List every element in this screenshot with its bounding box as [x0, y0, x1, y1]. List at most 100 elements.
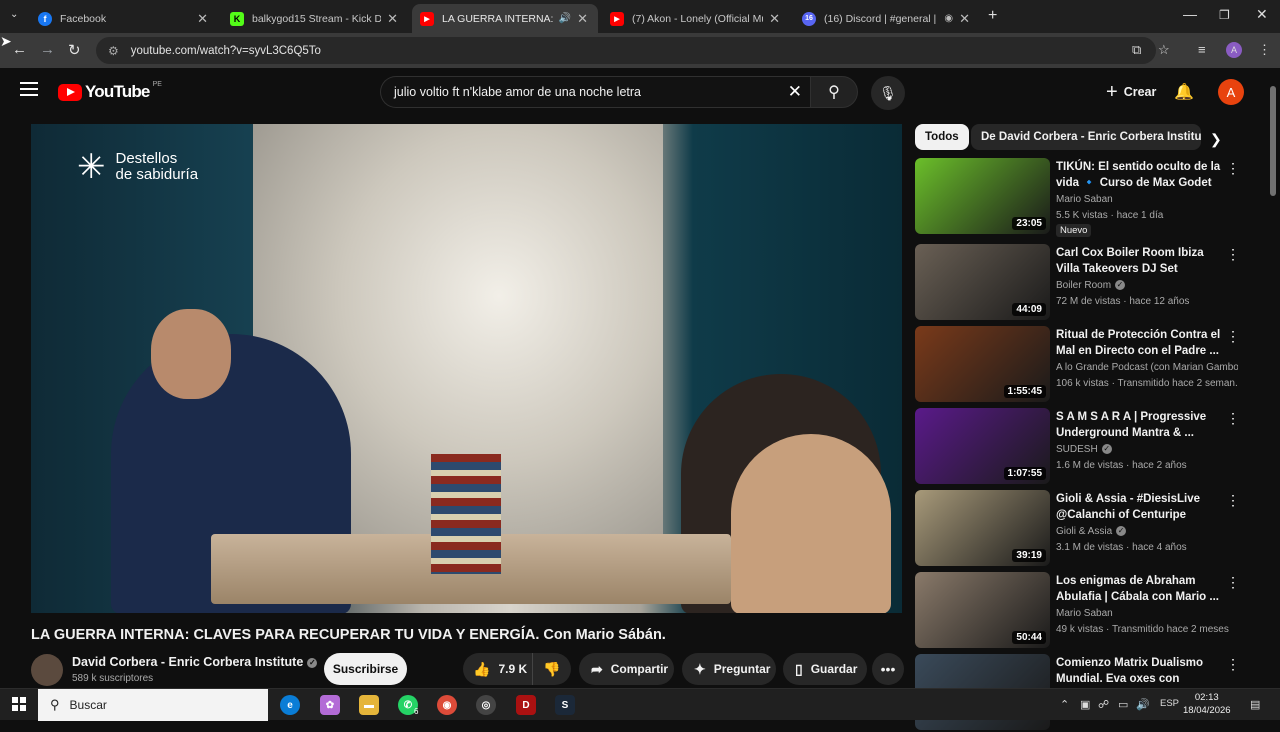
recommendation-channel[interactable]: Boiler Room ✓ [1056, 280, 1238, 291]
site-info-icon[interactable]: ⚙ [108, 44, 119, 58]
minimize-icon[interactable]: — [1183, 6, 1197, 22]
recommendation-channel[interactable]: Mario Saban [1056, 194, 1238, 205]
more-options-icon[interactable]: ⋮ [1226, 574, 1240, 591]
close-tab-icon[interactable]: ✕ [769, 11, 780, 27]
tray-chevron-icon[interactable]: ⌃ [1060, 698, 1069, 711]
recommendation-title[interactable]: Gioli & Assia - #DiesisLive @Calanchi of… [1056, 491, 1226, 523]
more-options-icon[interactable]: ⋮ [1226, 328, 1240, 345]
chip-all[interactable]: Todos [915, 124, 969, 150]
scrollbar-thumb[interactable] [1270, 86, 1276, 196]
recommendation-channel[interactable]: A lo Grande Podcast (con Marian Gambo... [1056, 362, 1238, 373]
close-tab-icon[interactable]: ✕ [959, 11, 970, 27]
tab-facebook[interactable]: f Facebook ✕ [30, 4, 218, 33]
more-options-icon[interactable]: ⋮ [1226, 246, 1240, 263]
chip-from-channel[interactable]: De David Corbera - Enric Corbera Institu… [971, 124, 1201, 150]
channel-name[interactable]: David Corbera - Enric Corbera Institute ✓ [72, 655, 318, 669]
windows-start-icon[interactable] [12, 697, 26, 711]
page-scrollbar[interactable] [1269, 76, 1277, 688]
like-button[interactable]: 👍 7.9 K [463, 653, 533, 685]
tray-app-icon[interactable]: ▣ [1080, 698, 1090, 711]
taskbar-clock[interactable]: 02:13 18/04/2026 [1183, 691, 1231, 717]
more-options-icon[interactable]: ⋮ [1226, 656, 1240, 673]
recommendation-channel[interactable]: SUDESH ✓ [1056, 444, 1238, 455]
url-field[interactable]: ⚙ youtube.com/watch?v=syvL3C6Q5To [96, 37, 1156, 64]
notifications-bell-icon[interactable]: 🔔 [1174, 82, 1194, 102]
taskbar-search-input[interactable]: ⚲ Buscar [38, 689, 268, 721]
search-button[interactable]: ⚲ [810, 76, 858, 108]
video-player[interactable]: ✳ Destellos de sabiduría [31, 124, 902, 613]
chevron-right-icon[interactable]: ❯ [1210, 131, 1222, 148]
subscribe-button[interactable]: Suscribirse [324, 653, 407, 685]
video-thumbnail[interactable]: 1:07:55 [915, 408, 1050, 484]
recommendation-item[interactable]: 23:05 TIKÚN: El sentido oculto de la vida… [915, 158, 1245, 237]
video-thumbnail[interactable]: 23:05 [915, 158, 1050, 234]
tray-network-icon[interactable]: ☍ [1098, 698, 1109, 711]
tab-search-icon[interactable]: ⌄ [10, 9, 18, 20]
recommendation-item[interactable]: 1:55:45 Ritual de Protección Contra el Ma… [915, 326, 1245, 404]
profile-icon[interactable]: A [1226, 42, 1242, 58]
forward-icon[interactable]: → [40, 41, 55, 58]
media-control-icon[interactable]: ≡ [1198, 42, 1206, 57]
notifications-icon[interactable]: ▤ [1250, 698, 1260, 711]
tab-akon[interactable]: ▶ (7) Akon - Lonely (Official Music ✕ [602, 4, 790, 33]
edge-icon[interactable]: e [280, 695, 300, 715]
account-avatar[interactable]: A [1218, 79, 1244, 105]
clear-search-icon[interactable]: ✕ [788, 82, 802, 102]
tab-youtube-active[interactable]: ▶ LA GUERRA INTERNA: CLAV 🔊 ✕ [412, 4, 598, 33]
tray-language[interactable]: ESP [1160, 698, 1179, 709]
close-tab-icon[interactable]: ✕ [577, 11, 588, 27]
close-window-icon[interactable]: ✕ [1256, 6, 1268, 23]
tray-volume-icon[interactable]: 🔊 [1136, 698, 1150, 711]
recommendation-item[interactable]: 39:19 Gioli & Assia - #DiesisLive @Calanc… [915, 490, 1245, 568]
tab-discord[interactable]: 16 (16) Discord | #general | Uk ◉ ✕ [794, 4, 980, 33]
steam-icon[interactable]: S [555, 695, 575, 715]
recommendation-title[interactable]: Carl Cox Boiler Room Ibiza Villa Takeove… [1056, 245, 1226, 277]
dota-icon[interactable]: D [516, 695, 536, 715]
tab-kick[interactable]: K balkygod15 Stream - Kick Dashb ✕ [222, 4, 408, 33]
more-options-icon[interactable]: ⋮ [1226, 160, 1240, 177]
menu-dots-icon[interactable]: ⋮ [1258, 42, 1271, 58]
recommendation-item[interactable]: 50:44 Los enigmas de Abraham Abulafia | C… [915, 572, 1245, 650]
obs-icon[interactable]: ◎ [476, 695, 496, 715]
search-input[interactable]: julio voltio ft n'klabe amor de una noch… [380, 76, 810, 108]
recommendation-item[interactable]: 1:07:55 S A M S A R A | Progressive Under… [915, 408, 1245, 486]
recommendation-title[interactable]: S A M S A R A | Progressive Underground … [1056, 409, 1226, 441]
video-thumbnail[interactable]: 50:44 [915, 572, 1050, 648]
recommendation-title[interactable]: Comienzo Matrix Dualismo Mundial. Eva ox… [1056, 655, 1226, 687]
install-app-icon[interactable]: ⧉ [1132, 42, 1141, 58]
video-thumbnail[interactable]: 44:09 [915, 244, 1050, 320]
dislike-button[interactable]: 👎 [533, 661, 571, 678]
video-thumbnail[interactable]: 39:19 [915, 490, 1050, 566]
recommendation-item[interactable]: 44:09 Carl Cox Boiler Room Ibiza Villa Ta… [915, 244, 1245, 322]
more-actions-button[interactable]: ••• [872, 653, 904, 685]
new-tab-icon[interactable]: + [988, 7, 997, 25]
recommendation-title[interactable]: TIKÚN: El sentido oculto de la vida 🔹 Cu… [1056, 159, 1226, 191]
chrome-icon[interactable]: ◉ [437, 695, 457, 715]
share-button[interactable]: ➦ Compartir [579, 653, 674, 685]
close-tab-icon[interactable]: ✕ [387, 11, 398, 27]
tray-battery-icon[interactable]: ▭ [1118, 698, 1128, 711]
close-tab-icon[interactable]: ✕ [197, 11, 208, 27]
recommendation-channel[interactable]: Gioli & Assia ✓ [1056, 526, 1238, 537]
voice-search-button[interactable]: 🎙 [871, 76, 905, 110]
file-explorer-icon[interactable]: ▬ [359, 695, 379, 715]
speaker-icon[interactable]: 🔊 [559, 13, 571, 24]
more-options-icon[interactable]: ⋮ [1226, 410, 1240, 427]
recommendation-channel[interactable]: Mario Saban [1056, 608, 1238, 619]
video-thumbnail[interactable]: 1:55:45 [915, 326, 1050, 402]
reload-icon[interactable]: ↻ [68, 41, 81, 59]
recommendation-title[interactable]: Los enigmas de Abraham Abulafia | Cábala… [1056, 573, 1226, 605]
more-options-icon[interactable]: ⋮ [1226, 492, 1240, 509]
ask-button[interactable]: ✦ Preguntar [682, 653, 776, 685]
save-button[interactable]: ▯ Guardar [783, 653, 867, 685]
create-button[interactable]: + Crear [1094, 76, 1168, 108]
video-duration: 1:07:55 [1003, 467, 1046, 480]
channel-avatar[interactable] [31, 654, 63, 686]
hamburger-menu-icon[interactable] [20, 82, 38, 100]
youtube-logo[interactable]: YouTube PE [58, 81, 162, 102]
bookmark-star-icon[interactable]: ☆ [1158, 42, 1170, 58]
copilot-icon[interactable]: ✿ [320, 695, 340, 715]
back-icon[interactable]: ← [12, 41, 27, 58]
recommendation-title[interactable]: Ritual de Protección Contra el Mal en Di… [1056, 327, 1226, 359]
maximize-icon[interactable]: ❐ [1219, 8, 1230, 22]
